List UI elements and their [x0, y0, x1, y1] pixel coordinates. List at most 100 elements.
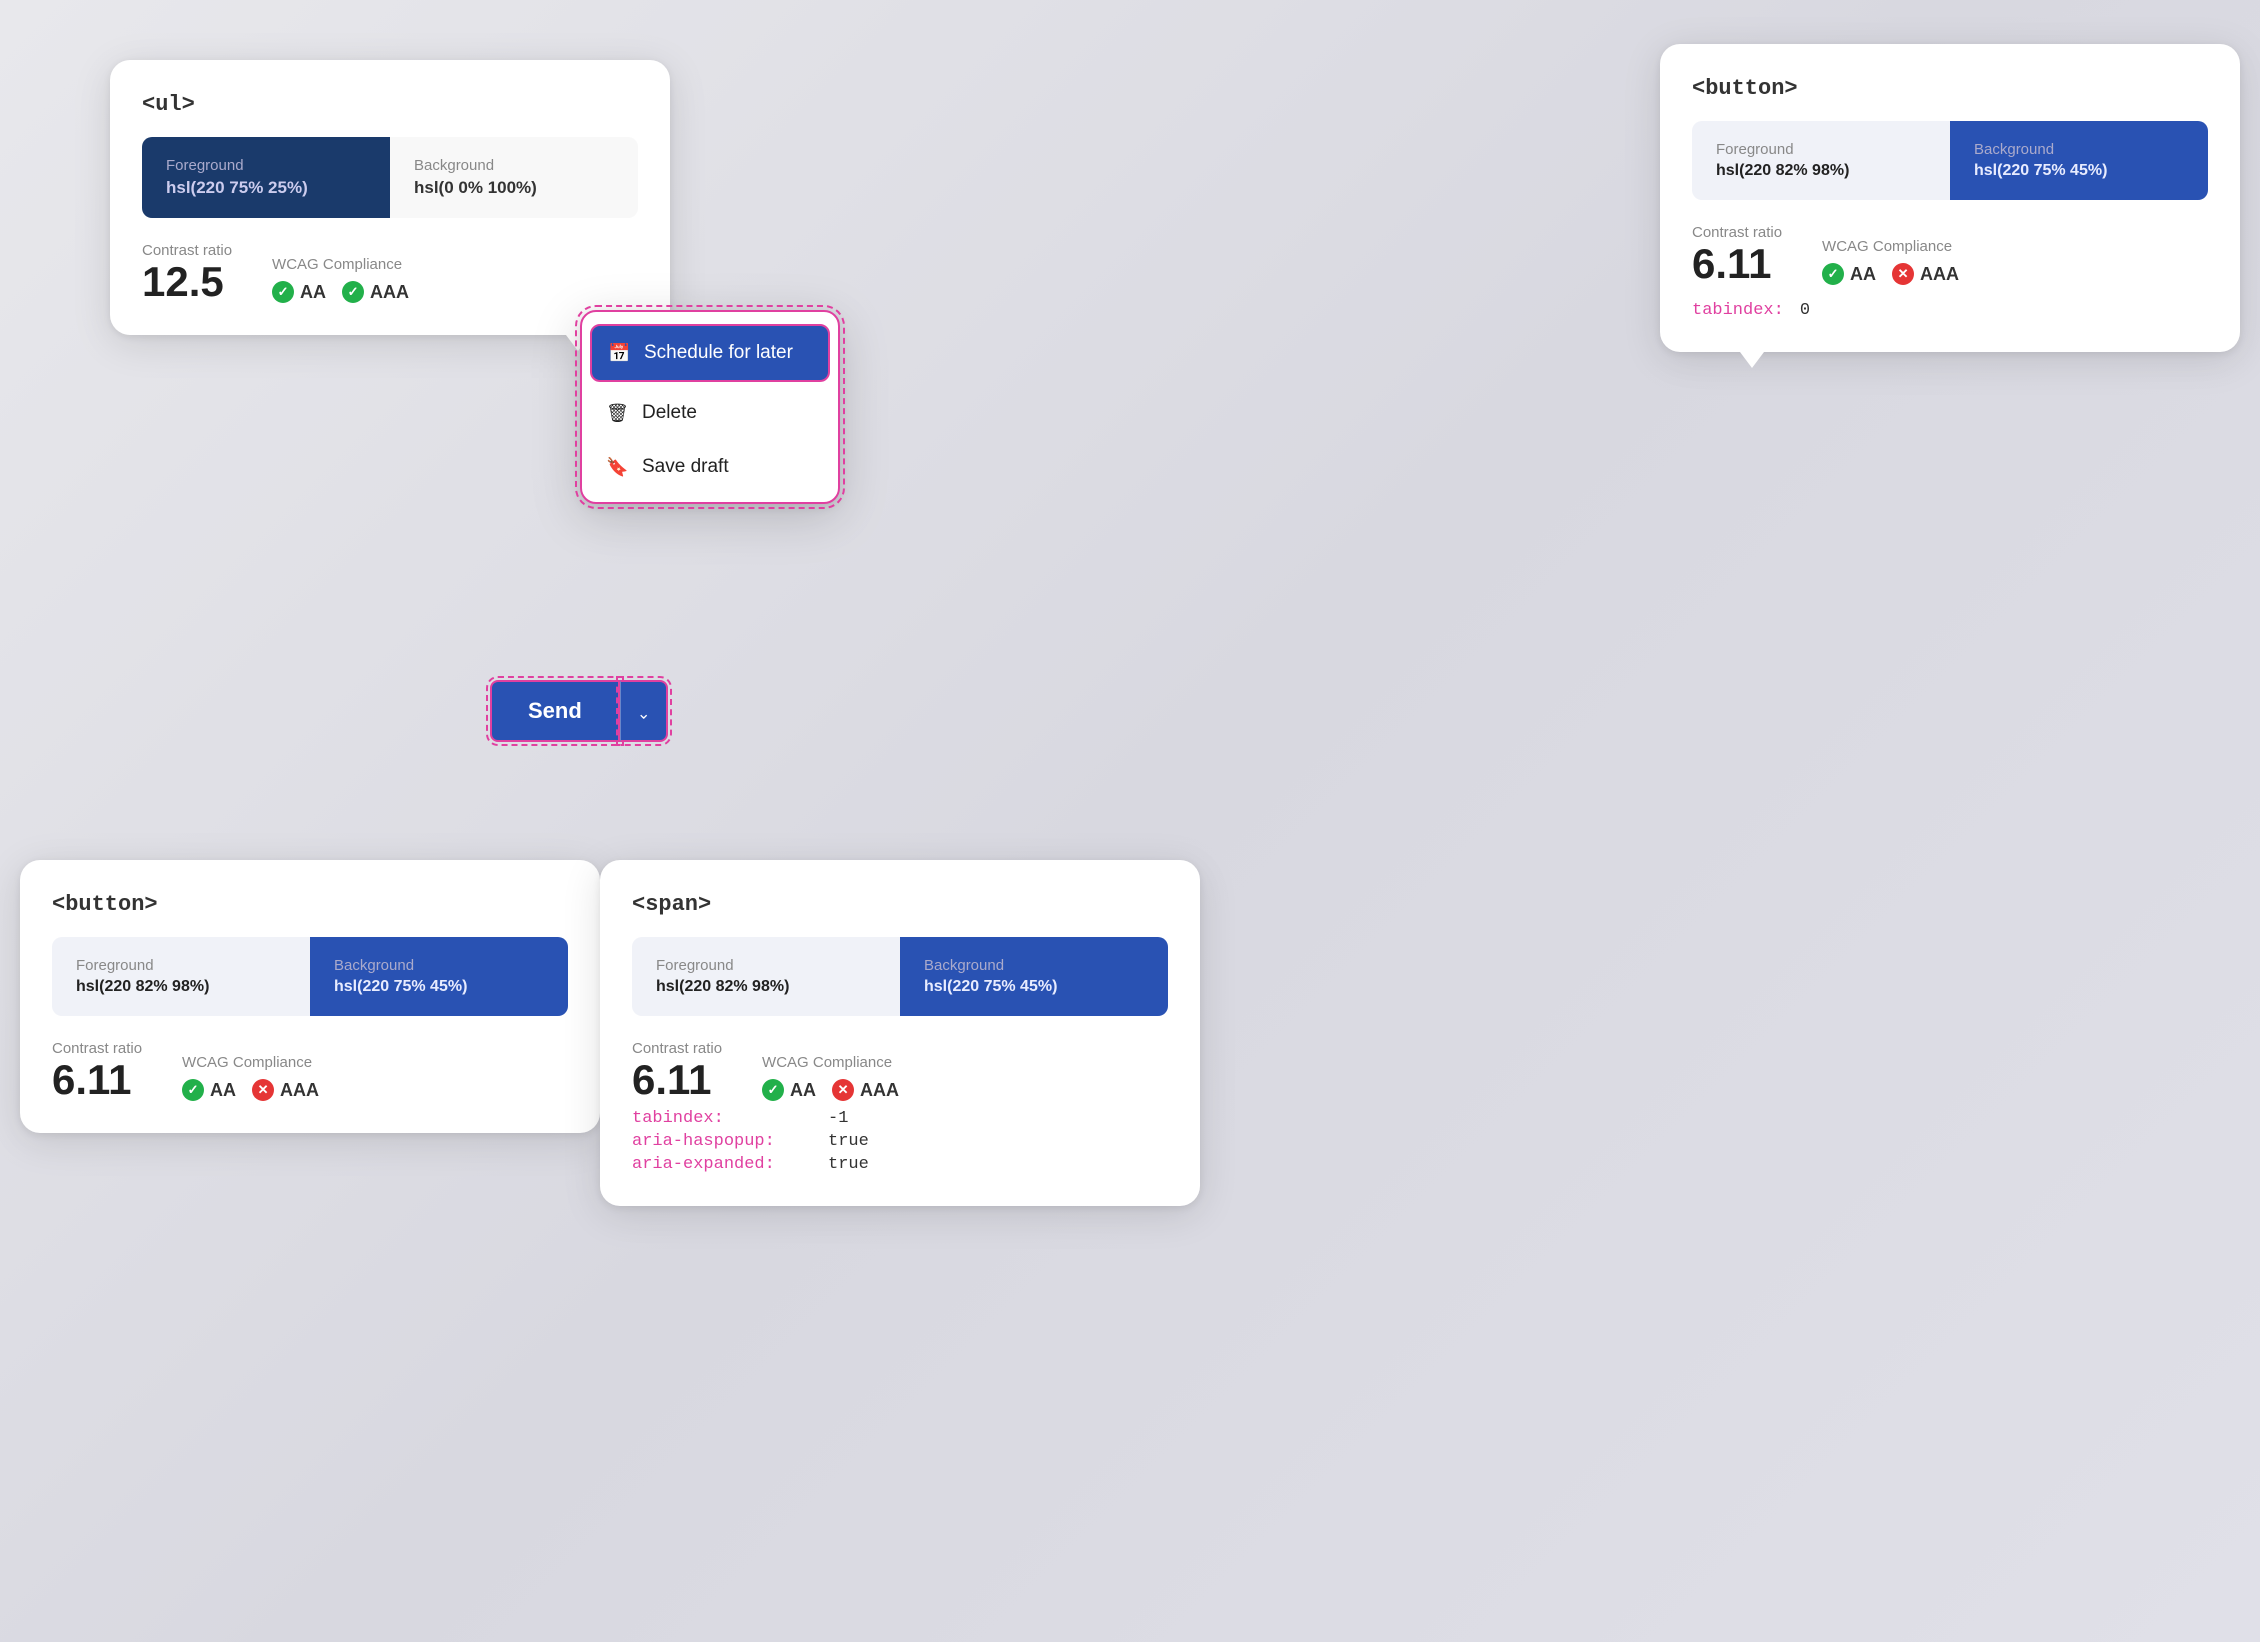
btn-top-aaa-label: AAA [1920, 264, 1959, 285]
card-span: <span> Foreground hsl(220 82% 98%) Backg… [600, 860, 1200, 1206]
button-top-swatches: Foreground hsl(220 82% 98%) Background h… [1692, 121, 2208, 200]
dropdown-delete-item[interactable]: 🗑 Delete [582, 386, 838, 440]
span-bg-label: Background [924, 957, 1144, 974]
send-chevron-button[interactable]: ⌃ [620, 680, 668, 742]
btn-bot-aaa-label: AAA [280, 1080, 319, 1101]
ul-bg-value: hsl(0 0% 100%) [414, 178, 614, 198]
ul-fg-label: Foreground [166, 157, 366, 174]
btn-top-aaa-badge: ✕ AAA [1892, 263, 1959, 285]
span-contrast-group: Contrast ratio 6.11 [632, 1040, 722, 1101]
span-aria-expanded-row: aria-expanded: true [632, 1155, 1168, 1174]
span-aaa-label: AAA [860, 1080, 899, 1101]
span-wcag-group: WCAG Compliance ✓ AA ✕ AAA [762, 1054, 899, 1101]
dropdown-schedule-label: Schedule for later [644, 342, 793, 364]
span-aria-rows: tabindex: -1 aria-haspopup: true aria-ex… [632, 1109, 1168, 1174]
ul-aaa-badge: ✓ AAA [342, 281, 409, 303]
span-aa-badge: ✓ AA [762, 1079, 816, 1101]
btn-top-tabindex-key: tabindex: [1692, 301, 1784, 320]
card-button-bottom-title: <button> [52, 892, 568, 917]
dropdown-draft-label: Save draft [642, 456, 729, 478]
ul-fg-value: hsl(220 75% 25%) [166, 178, 366, 198]
ul-aa-badge: ✓ AA [272, 281, 326, 303]
btn-top-wcag-badges: ✓ AA ✕ AAA [1822, 263, 1959, 285]
btn-bot-wcag-badges: ✓ AA ✕ AAA [182, 1079, 319, 1101]
send-button-container: Send ⌃ [490, 680, 668, 742]
btn-bot-aa-check-icon: ✓ [182, 1079, 204, 1101]
span-aria-haspopup-key: aria-haspopup: [632, 1132, 812, 1151]
button-top-bg-swatch: Background hsl(220 75% 45%) [1950, 121, 2208, 200]
span-bg-swatch: Background hsl(220 75% 45%) [900, 937, 1168, 1016]
ul-stats: Contrast ratio 12.5 WCAG Compliance ✓ AA… [142, 242, 638, 303]
ul-bg-label: Background [414, 157, 614, 174]
trash-icon: 🗑 [606, 403, 628, 424]
span-aria-expanded-val: true [828, 1155, 869, 1174]
dropdown-menu: 📅 Schedule for later 🗑 Delete 🔖 Save dra… [580, 310, 840, 504]
dropdown-schedule-item[interactable]: 📅 Schedule for later [590, 324, 830, 382]
card-button-top: <button> Foreground hsl(220 82% 98%) Bac… [1660, 44, 2240, 352]
ul-aa-label: AA [300, 282, 326, 303]
btn-bot-bg-swatch: Background hsl(220 75% 45%) [310, 937, 568, 1016]
dropdown-delete-label: Delete [642, 402, 697, 424]
btn-top-aaa-x-icon: ✕ [1892, 263, 1914, 285]
card-button-bottom: <button> Foreground hsl(220 82% 98%) Bac… [20, 860, 600, 1133]
send-button-group: Send ⌃ [490, 680, 668, 742]
button-top-fg-swatch: Foreground hsl(220 82% 98%) [1692, 121, 1950, 200]
btn-top-wcag-group: WCAG Compliance ✓ AA ✕ AAA [1822, 238, 1959, 285]
chevron-up-icon: ⌃ [637, 702, 650, 722]
btn-top-fg-value: hsl(220 82% 98%) [1716, 162, 1926, 180]
btn-top-contrast-value: 6.11 [1692, 243, 1782, 285]
btn-bot-bg-value: hsl(220 75% 45%) [334, 978, 544, 996]
span-aria-haspopup-row: aria-haspopup: true [632, 1132, 1168, 1151]
btn-bot-aa-label: AA [210, 1080, 236, 1101]
ul-contrast-value: 12.5 [142, 261, 232, 303]
ul-aaa-check-icon: ✓ [342, 281, 364, 303]
btn-top-tabindex-val: 0 [1800, 301, 1810, 320]
span-wcag-badges: ✓ AA ✕ AAA [762, 1079, 899, 1101]
btn-top-aa-check-icon: ✓ [1822, 263, 1844, 285]
span-fg-swatch: Foreground hsl(220 82% 98%) [632, 937, 900, 1016]
button-top-stats: Contrast ratio 6.11 WCAG Compliance ✓ AA… [1692, 224, 2208, 285]
span-tabindex-key: tabindex: [632, 1109, 812, 1128]
btn-top-wcag-label: WCAG Compliance [1822, 238, 1959, 255]
dropdown-draft-item[interactable]: 🔖 Save draft [582, 440, 838, 494]
card-ul: <ul> Foreground hsl(220 75% 25%) Backgro… [110, 60, 670, 335]
btn-bot-aa-badge: ✓ AA [182, 1079, 236, 1101]
btn-top-aa-label: AA [1850, 264, 1876, 285]
card-ul-title: <ul> [142, 92, 638, 117]
ul-contrast-group: Contrast ratio 12.5 [142, 242, 232, 303]
btn-bot-contrast-value: 6.11 [52, 1059, 142, 1101]
btn-top-aa-badge: ✓ AA [1822, 263, 1876, 285]
card-span-title: <span> [632, 892, 1168, 917]
span-contrast-value: 6.11 [632, 1059, 722, 1101]
button-bottom-stats: Contrast ratio 6.11 WCAG Compliance ✓ AA… [52, 1040, 568, 1101]
btn-top-tabindex-row: tabindex: 0 [1692, 301, 2208, 320]
span-wcag-label: WCAG Compliance [762, 1054, 899, 1071]
ul-aa-check-icon: ✓ [272, 281, 294, 303]
span-aria-expanded-key: aria-expanded: [632, 1155, 812, 1174]
btn-bot-fg-value: hsl(220 82% 98%) [76, 978, 286, 996]
card-button-top-title: <button> [1692, 76, 2208, 101]
span-aaa-x-icon: ✕ [832, 1079, 854, 1101]
ul-contrast-label: Contrast ratio [142, 242, 232, 259]
ul-aaa-label: AAA [370, 282, 409, 303]
ul-swatches: Foreground hsl(220 75% 25%) Background h… [142, 137, 638, 218]
btn-bot-wcag-group: WCAG Compliance ✓ AA ✕ AAA [182, 1054, 319, 1101]
ul-wcag-label: WCAG Compliance [272, 256, 409, 273]
span-tabindex-val: -1 [828, 1109, 848, 1128]
span-aa-check-icon: ✓ [762, 1079, 784, 1101]
ul-wcag-group: WCAG Compliance ✓ AA ✓ AAA [272, 256, 409, 303]
btn-bot-contrast-label: Contrast ratio [52, 1040, 142, 1057]
span-aaa-badge: ✕ AAA [832, 1079, 899, 1101]
btn-bot-aaa-x-icon: ✕ [252, 1079, 274, 1101]
btn-bot-wcag-label: WCAG Compliance [182, 1054, 319, 1071]
btn-top-contrast-group: Contrast ratio 6.11 [1692, 224, 1782, 285]
ul-wcag-badges: ✓ AA ✓ AAA [272, 281, 409, 303]
send-button[interactable]: Send [490, 680, 620, 742]
btn-top-fg-label: Foreground [1716, 141, 1926, 158]
btn-bot-aaa-badge: ✕ AAA [252, 1079, 319, 1101]
calendar-icon: 📅 [608, 343, 630, 364]
span-tabindex-row: tabindex: -1 [632, 1109, 1168, 1128]
button-bottom-swatches: Foreground hsl(220 82% 98%) Background h… [52, 937, 568, 1016]
btn-bot-bg-label: Background [334, 957, 544, 974]
bookmark-icon: 🔖 [606, 457, 628, 478]
